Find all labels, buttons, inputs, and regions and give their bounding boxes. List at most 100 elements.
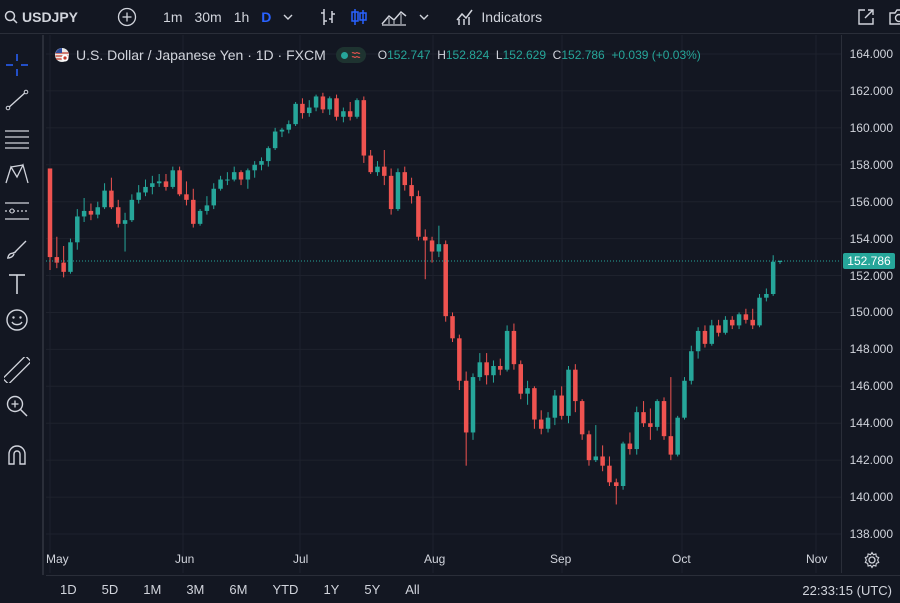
price-tick-label: 160.000 bbox=[849, 120, 893, 135]
indicators-button[interactable]: Indicators bbox=[449, 0, 548, 34]
area-style-button[interactable] bbox=[375, 0, 413, 34]
candle-body bbox=[422, 236, 428, 241]
candle-body bbox=[654, 401, 660, 427]
horizontal-lines-icon bbox=[5, 130, 29, 149]
bar-style-button[interactable] bbox=[313, 0, 343, 34]
candle-body bbox=[511, 330, 517, 365]
brush-icon bbox=[6, 240, 27, 259]
high-label: H bbox=[437, 48, 446, 62]
candles-style-button[interactable] bbox=[343, 0, 375, 34]
candle-body bbox=[532, 388, 537, 420]
candle-body bbox=[600, 456, 605, 466]
candle-body bbox=[429, 240, 435, 252]
candle-body bbox=[518, 364, 523, 394]
candle-body bbox=[477, 362, 483, 378]
fib-tool[interactable] bbox=[4, 125, 30, 151]
utc-clock[interactable]: 22:33:15 (UTC) bbox=[802, 583, 892, 598]
waves-icon bbox=[351, 52, 361, 58]
emoji-tool[interactable] bbox=[4, 307, 30, 333]
price-tick-label: 146.000 bbox=[849, 379, 893, 394]
candle-body bbox=[402, 172, 408, 186]
candle-body bbox=[375, 166, 380, 173]
range-1m[interactable]: 1M bbox=[137, 582, 167, 597]
candle-body bbox=[47, 168, 53, 258]
candle-body bbox=[266, 148, 271, 162]
external-link-icon bbox=[858, 8, 874, 25]
smiley-icon bbox=[6, 309, 28, 331]
candle-body bbox=[579, 401, 585, 435]
drawing-toolbar bbox=[0, 35, 44, 575]
range-1d[interactable]: 1D bbox=[54, 582, 83, 597]
symbol-label: USDJPY bbox=[22, 8, 79, 25]
candle-body bbox=[729, 319, 735, 326]
interval-dropdown[interactable] bbox=[277, 0, 299, 34]
chevron-down-icon bbox=[283, 14, 293, 20]
forecast-icon bbox=[5, 202, 29, 220]
time-tick-label: Jun bbox=[175, 552, 195, 566]
candle-body bbox=[61, 262, 66, 272]
candle-body bbox=[341, 111, 346, 117]
time-tick-label: May bbox=[46, 552, 69, 566]
text-tool[interactable] bbox=[4, 271, 30, 297]
interval-1m[interactable]: 1m bbox=[157, 0, 188, 34]
price-chart[interactable] bbox=[46, 35, 841, 573]
crosshair-icon bbox=[6, 54, 28, 76]
candle-body bbox=[743, 314, 749, 320]
candle-body bbox=[443, 244, 448, 317]
candle-body bbox=[279, 129, 285, 132]
chart-type-dropdown[interactable] bbox=[413, 0, 435, 34]
candle-body bbox=[648, 423, 653, 427]
magnet-tool[interactable] bbox=[4, 442, 30, 468]
compare-button[interactable] bbox=[111, 0, 143, 34]
chart-settings-button[interactable] bbox=[863, 551, 881, 574]
candle-body bbox=[191, 199, 196, 224]
zoom-in-icon bbox=[6, 395, 28, 417]
candle-body bbox=[382, 166, 387, 176]
interval-1h[interactable]: 1h bbox=[228, 0, 256, 34]
range-all[interactable]: All bbox=[399, 582, 425, 597]
candle-body bbox=[184, 194, 189, 200]
crosshair-tool[interactable] bbox=[4, 52, 30, 78]
interval-d[interactable]: D bbox=[255, 0, 277, 34]
candle-body bbox=[436, 244, 442, 252]
price-tick-label: 142.000 bbox=[849, 453, 893, 468]
candle-body bbox=[484, 362, 489, 376]
price-tick-label: 140.000 bbox=[849, 490, 893, 505]
trend-line-tool[interactable] bbox=[4, 87, 30, 113]
candle-body bbox=[54, 257, 60, 263]
candle-body bbox=[416, 196, 421, 237]
price-tick-label: 150.000 bbox=[849, 305, 893, 320]
range-5d[interactable]: 5D bbox=[96, 582, 125, 597]
range-3m[interactable]: 3M bbox=[180, 582, 210, 597]
fullscreen-button[interactable] bbox=[850, 0, 882, 34]
pattern-tool[interactable] bbox=[4, 161, 30, 187]
brush-tool[interactable] bbox=[4, 235, 30, 261]
interval-30m[interactable]: 30m bbox=[188, 0, 227, 34]
snapshot-button[interactable] bbox=[882, 0, 900, 34]
indicators-label: Indicators bbox=[481, 8, 543, 25]
forecast-tool[interactable] bbox=[4, 198, 30, 224]
range-1y[interactable]: 1Y bbox=[317, 582, 345, 597]
price-tick-label: 158.000 bbox=[849, 157, 893, 172]
candle-body bbox=[552, 395, 558, 418]
pattern-icon bbox=[5, 163, 29, 184]
time-tick-label: Nov bbox=[806, 552, 828, 566]
range-ytd[interactable]: YTD bbox=[266, 582, 304, 597]
range-6m[interactable]: 6M bbox=[223, 582, 253, 597]
market-status-badge[interactable] bbox=[335, 47, 366, 63]
candle-body bbox=[163, 181, 169, 187]
measure-tool[interactable] bbox=[4, 357, 30, 383]
candle-body bbox=[150, 183, 155, 187]
text-icon bbox=[9, 274, 25, 294]
candle-body bbox=[463, 380, 469, 433]
range-5y[interactable]: 5Y bbox=[358, 582, 386, 597]
ohlc-values: O152.747 H152.824 L152.629 C152.786 +0.0… bbox=[378, 48, 701, 62]
candle-body bbox=[409, 185, 414, 197]
symbol-search[interactable]: USDJPY bbox=[4, 0, 78, 34]
price-axis[interactable]: 164.000 162.000 160.000 158.000 156.000 154.0… bbox=[841, 35, 900, 573]
candle-body bbox=[470, 377, 476, 433]
magnet-icon bbox=[8, 445, 26, 465]
time-tick-label: Oct bbox=[672, 552, 691, 566]
candles-icon bbox=[351, 8, 368, 25]
zoom-tool[interactable] bbox=[4, 393, 30, 419]
